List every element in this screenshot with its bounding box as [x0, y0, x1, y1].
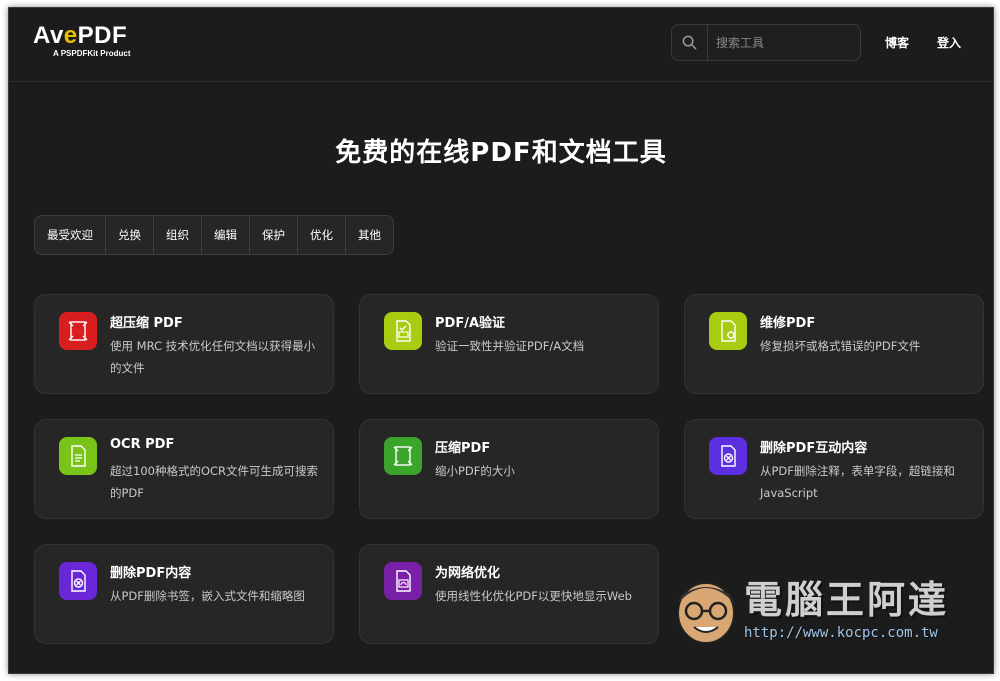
tab-organize[interactable]: 组织: [154, 216, 202, 254]
tool-card-web-optimize[interactable]: 为网络优化 使用线性化优化PDF以更快地显示Web: [359, 544, 659, 644]
tool-card-remove-interactive[interactable]: 删除PDF互动内容 从PDF删除注释，表单字段，超链接和JavaScript: [684, 419, 984, 519]
remove-interactive-icon: [709, 437, 747, 475]
pdfa-validate-icon: [384, 312, 422, 350]
page-title: 免费的在线PDF和文档工具: [335, 138, 667, 168]
search-input[interactable]: [716, 33, 854, 53]
tool-card-ultra-compress[interactable]: 超压缩 PDF 使用 MRC 技术优化任何文档以获得最小的文件: [34, 294, 334, 394]
card-description: 超过100种格式的OCR文件可生成可搜索的PDF: [110, 464, 319, 500]
logo[interactable]: AvePDF A PSPDFKit Product: [33, 22, 130, 58]
ocr-icon: [59, 437, 97, 475]
search-box[interactable]: [671, 24, 861, 61]
nav-login-link[interactable]: 登入: [937, 34, 961, 51]
search-icon[interactable]: [672, 25, 708, 60]
logo-text: AvePDF: [33, 22, 128, 49]
nav-blog-link[interactable]: 博客: [885, 34, 909, 51]
compress-icon: [384, 437, 422, 475]
card-title: 维修PDF: [760, 316, 816, 331]
remove-content-icon: [59, 562, 97, 600]
repair-icon: [709, 312, 747, 350]
card-title: 删除PDF内容: [110, 566, 192, 581]
mascot-icon: [677, 582, 735, 644]
category-tabs: 最受欢迎 兑换 组织 编辑 保护 优化 其他: [34, 215, 394, 255]
watermark: 電腦王阿達 http://www.kocpc.com.tw: [664, 563, 964, 655]
compress-icon: [59, 312, 97, 350]
card-title: 为网络优化: [435, 566, 501, 581]
card-description: 修复损坏或格式错误的PDF文件: [760, 339, 921, 353]
tool-card-ocr[interactable]: OCR PDF 超过100种格式的OCR文件可生成可搜索的PDF: [34, 419, 334, 519]
logo-subtitle: A PSPDFKit Product: [53, 49, 131, 58]
card-title: 删除PDF互动内容: [760, 441, 868, 456]
card-title: 压缩PDF: [435, 441, 491, 456]
tool-card-pdfa-validate[interactable]: PDF/A验证 验证一致性并验证PDF/A文档: [359, 294, 659, 394]
card-description: 缩小PDF的大小: [435, 464, 515, 478]
tab-other[interactable]: 其他: [346, 216, 393, 254]
tab-edit[interactable]: 编辑: [202, 216, 250, 254]
tab-popular[interactable]: 最受欢迎: [35, 216, 106, 254]
card-description: 从PDF删除书签，嵌入式文件和缩略图: [110, 589, 305, 603]
card-title: PDF/A验证: [435, 316, 506, 331]
watermark-url: http://www.kocpc.com.tw: [744, 625, 938, 641]
card-description: 使用 MRC 技术优化任何文档以获得最小的文件: [110, 339, 316, 375]
card-title: OCR PDF: [110, 437, 175, 452]
tab-convert[interactable]: 兑换: [106, 216, 154, 254]
app-window: AvePDF A PSPDFKit Product 博客 登入 免费的在线PDF…: [8, 7, 994, 674]
web-optimize-icon: [384, 562, 422, 600]
watermark-text: 電腦王阿達: [744, 578, 950, 622]
card-title: 超压缩 PDF: [110, 316, 183, 331]
tool-card-repair[interactable]: 维修PDF 修复损坏或格式错误的PDF文件: [684, 294, 984, 394]
tool-card-remove-content[interactable]: 删除PDF内容 从PDF删除书签，嵌入式文件和缩略图: [34, 544, 334, 644]
card-description: 使用线性化优化PDF以更快地显示Web: [435, 589, 632, 603]
header: AvePDF A PSPDFKit Product 博客 登入: [9, 8, 993, 82]
tool-card-compress[interactable]: 压缩PDF 缩小PDF的大小: [359, 419, 659, 519]
card-description: 从PDF删除注释，表单字段，超链接和JavaScript: [760, 464, 955, 500]
tab-optimize[interactable]: 优化: [298, 216, 346, 254]
card-description: 验证一致性并验证PDF/A文档: [435, 339, 585, 353]
tab-protect[interactable]: 保护: [250, 216, 298, 254]
